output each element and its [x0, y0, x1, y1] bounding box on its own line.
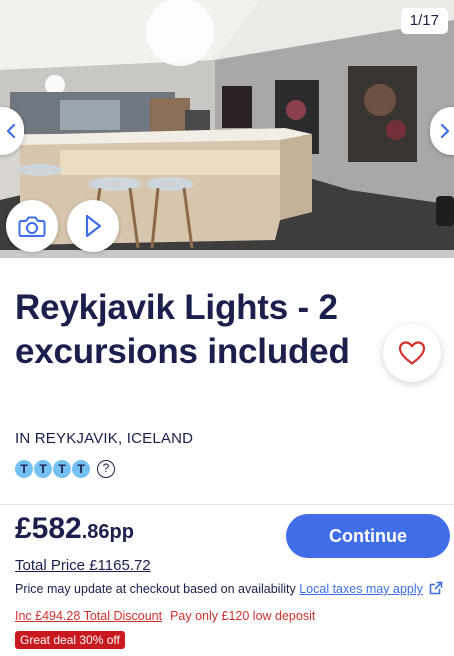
price-update-text: Price may update at checkout based on av… — [15, 582, 296, 596]
photo-counter: 1/17 — [400, 8, 448, 34]
hotel-photo-gallery[interactable]: 1/17 — [0, 0, 454, 258]
external-link-icon[interactable] — [429, 581, 443, 595]
hotel-location: IN REYKJAVIK, ICELAND — [15, 430, 194, 447]
hero-bottom-edge — [0, 250, 454, 258]
price-main: £582 — [15, 512, 82, 545]
low-deposit: Pay only £120 low deposit — [170, 609, 316, 623]
price-decimal: .86pp — [81, 521, 134, 543]
price-per-person: £582.86pp — [15, 512, 134, 546]
chevron-right-icon — [440, 123, 450, 139]
deal-badge: Great deal 30% off — [15, 631, 125, 649]
play-icon — [85, 214, 102, 238]
local-taxes-link[interactable]: Local taxes may apply — [299, 582, 423, 596]
price-update-note: Price may update at checkout based on av… — [15, 581, 443, 596]
favourite-button[interactable] — [383, 324, 441, 382]
video-button[interactable] — [67, 200, 119, 252]
chevron-left-icon — [6, 123, 16, 139]
section-divider — [0, 504, 454, 505]
total-discount[interactable]: Inc £494.28 Total Discount — [15, 609, 162, 623]
rating-t-icon: T — [34, 460, 52, 478]
rating-t-icon: T — [53, 460, 71, 478]
discount-info: Inc £494.28 Total Discount Pay only £120 … — [15, 609, 315, 623]
continue-button[interactable]: Continue — [286, 514, 450, 558]
hotel-title: Reykjavik Lights - 2 excursions included — [15, 288, 350, 371]
camera-icon — [18, 216, 46, 237]
rating-help-icon[interactable]: ? — [97, 460, 115, 478]
photos-button[interactable] — [6, 200, 58, 252]
rating-t-icon: T — [72, 460, 90, 478]
rating-t-icon: T — [15, 460, 33, 478]
tui-rating: T T T T ? — [15, 460, 115, 478]
total-price-link[interactable]: Total Price £1165.72 — [15, 557, 151, 574]
heart-icon — [398, 341, 426, 365]
